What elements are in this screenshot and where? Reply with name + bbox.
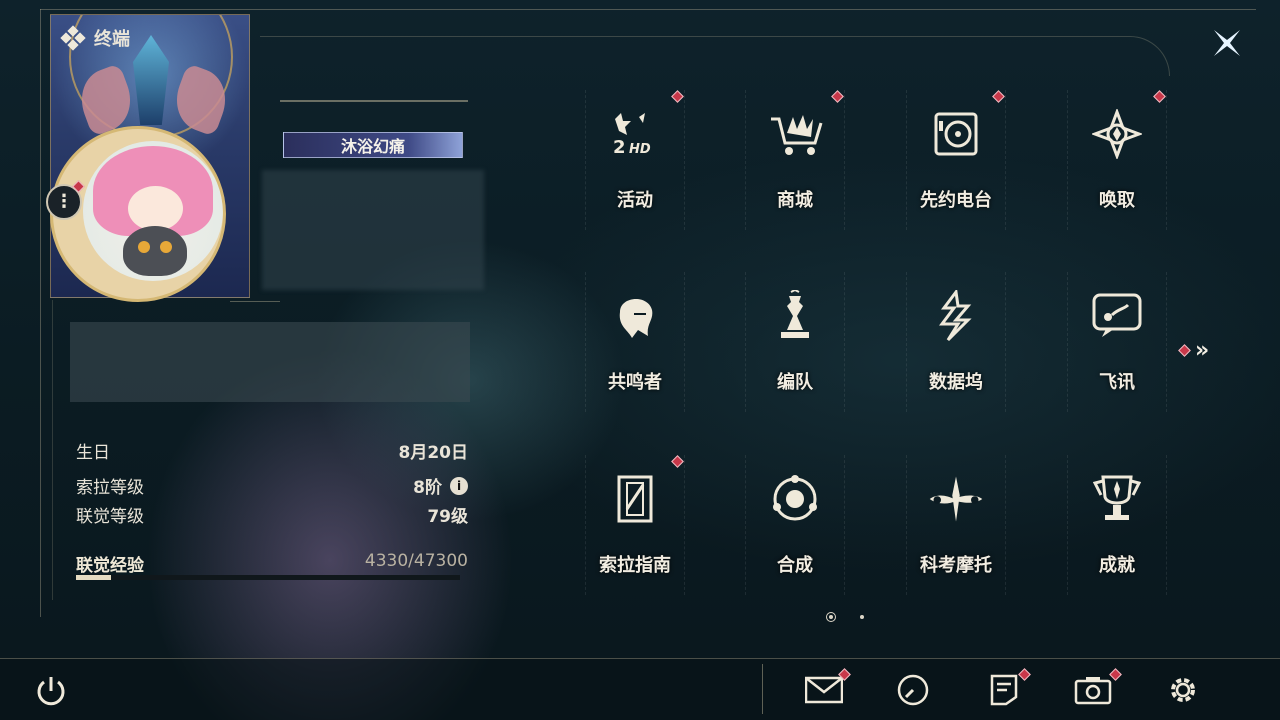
union-level-label: 联觉等级	[76, 507, 144, 527]
menu-item-motorbike[interactable]: 科考摩托	[906, 455, 1006, 595]
birthday-row: 生日 8月20日	[76, 438, 468, 463]
birthday-value: 8月20日	[398, 443, 469, 463]
divider	[280, 100, 468, 102]
page-indicator	[826, 612, 864, 622]
page-title: 终端	[94, 29, 130, 50]
page-dot-active[interactable]	[826, 612, 836, 622]
cell-frame	[585, 455, 685, 595]
notification-badge	[1178, 344, 1191, 357]
terminal-diamond-icon	[60, 25, 86, 51]
frame-line	[40, 9, 1256, 10]
menu-item-message[interactable]: 飞讯	[1067, 272, 1167, 412]
cell-frame	[1067, 90, 1167, 230]
union-exp-value: 4330/47300	[364, 551, 468, 571]
menu-item-synthesis[interactable]: 合成	[745, 455, 845, 595]
blurred-uid	[70, 322, 470, 402]
divider	[762, 664, 763, 714]
clock-button[interactable]	[893, 670, 933, 710]
menu-item-trophy[interactable]: 成就	[1067, 455, 1167, 595]
cell-frame	[585, 90, 685, 230]
frame-line	[52, 300, 53, 600]
next-page-button[interactable]: »	[1178, 338, 1210, 363]
cell-frame	[745, 455, 845, 595]
page-dot[interactable]	[860, 615, 864, 619]
notes-button[interactable]	[984, 668, 1031, 710]
camera-icon	[1074, 677, 1112, 705]
menu-item-team-chess[interactable]: 编队	[745, 272, 845, 412]
sola-level-value: 8阶	[413, 478, 442, 498]
cell-frame	[585, 272, 685, 412]
menu-item-data-bank[interactable]: 数据坞	[906, 272, 1006, 412]
cell-frame	[1067, 272, 1167, 412]
mail-icon	[805, 676, 843, 704]
cell-frame	[906, 272, 1006, 412]
cell-frame	[745, 90, 845, 230]
menu-item-radio[interactable]: 先约电台	[906, 90, 1006, 230]
menu-item-convene[interactable]: 唤取	[1067, 90, 1167, 230]
info-icon[interactable]: i	[450, 476, 468, 495]
cell-frame	[745, 272, 845, 412]
union-level-value: 79级	[427, 507, 468, 527]
mail-button[interactable]	[804, 668, 851, 710]
clock-icon	[897, 674, 929, 706]
union-level-row: 联觉等级 79级	[76, 502, 468, 527]
blurred-signature	[262, 170, 484, 290]
close-button[interactable]	[1204, 20, 1250, 66]
divider	[230, 301, 280, 302]
cell-frame	[1067, 455, 1167, 595]
frame-corner	[260, 36, 1170, 76]
union-exp-bar	[76, 575, 460, 580]
union-exp-row: 联觉经验 4330/47300	[76, 551, 468, 576]
menu-item-guide-book[interactable]: 索拉指南	[585, 455, 685, 595]
settings-button[interactable]	[1163, 670, 1203, 710]
double-chevron-right-icon: »	[1195, 338, 1210, 363]
menu-item-resonator[interactable]: 共鸣者	[585, 272, 685, 412]
terminal-header: 终端	[60, 25, 130, 51]
frame-line	[40, 9, 41, 617]
gear-icon	[1171, 678, 1195, 702]
menu-item-activity-2hd[interactable]: 2 HD 活动	[585, 90, 685, 230]
cell-frame	[906, 455, 1006, 595]
birthday-label: 生日	[76, 443, 110, 463]
cell-frame	[906, 90, 1006, 230]
notes-icon	[990, 674, 1018, 706]
menu-item-shop-cart[interactable]: 商城	[745, 90, 845, 230]
power-button[interactable]	[32, 672, 70, 710]
camera-button[interactable]	[1073, 668, 1122, 710]
title-badge-label: 沐浴幻痛	[340, 137, 405, 156]
title-badge[interactable]: 沐浴幻痛	[283, 132, 463, 158]
union-exp-bar-fill	[76, 575, 112, 580]
close-icon	[1214, 30, 1240, 56]
sola-level-label: 索拉等级	[76, 478, 144, 498]
power-icon	[37, 677, 65, 706]
union-exp-label: 联觉经验	[76, 556, 144, 576]
more-dots-icon: ⋮	[55, 191, 73, 212]
sola-level-row: 索拉等级 8阶 i	[76, 473, 468, 498]
